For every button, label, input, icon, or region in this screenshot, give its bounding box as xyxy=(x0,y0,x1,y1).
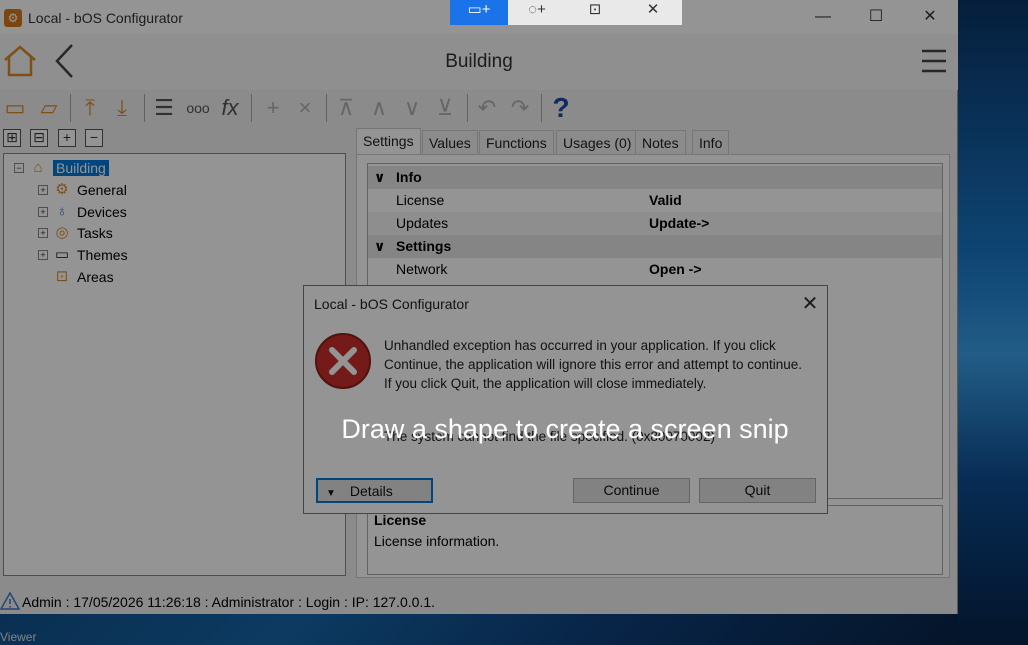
snip-overlay[interactable] xyxy=(0,0,1028,645)
rectangle-snip-icon[interactable]: ▭+ xyxy=(450,0,508,25)
snip-instruction: Draw a shape to create a screen snip xyxy=(341,414,789,444)
freeform-snip-icon[interactable]: ◌+ xyxy=(508,0,566,25)
window-snip-icon[interactable]: ⊡ xyxy=(566,0,624,25)
close-snip-icon[interactable]: ✕ xyxy=(624,0,682,25)
snip-toolbar: ▭+ ◌+ ⊡ ✕ xyxy=(450,0,682,25)
